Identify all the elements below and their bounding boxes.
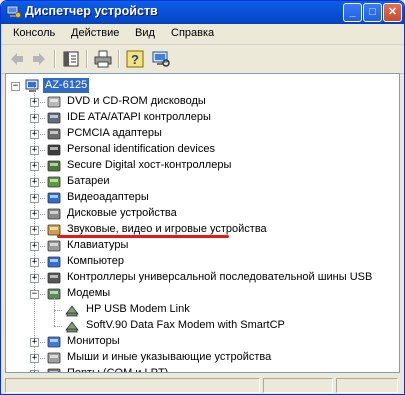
tree-category-label[interactable]: Модемы — [67, 287, 110, 299]
keyboard-icon — [47, 240, 61, 252]
properties-pane-icon[interactable] — [61, 49, 81, 69]
mouse-icon — [47, 352, 61, 364]
toolbar: ? — [1, 45, 404, 74]
tree-category-label[interactable]: Порты (COM и LPT) — [67, 367, 168, 372]
tree-category-row[interactable]: + Мыши и иные указывающие устройства — [6, 350, 396, 366]
ide-controller-icon — [47, 112, 61, 124]
device-manager-window: Диспетчер устройств _ □ ✕ Консоль Действ… — [0, 0, 405, 395]
display-adapter-icon — [47, 192, 61, 204]
expand-toggle[interactable]: + — [30, 210, 39, 219]
port-icon — [47, 368, 61, 372]
menu-view[interactable]: Вид — [135, 27, 155, 39]
expand-toggle[interactable]: + — [30, 130, 39, 139]
title-bar[interactable]: Диспетчер устройств _ □ ✕ — [1, 1, 404, 24]
tree-category-label[interactable]: Дисковые устройства — [67, 207, 177, 219]
tree-category-row[interactable]: + DVD и CD-ROM дисководы — [6, 94, 396, 110]
maximize-button[interactable]: □ — [363, 3, 382, 22]
tree-category-row[interactable]: + Контроллеры универсальной последователь… — [6, 270, 396, 286]
cdrom-icon — [47, 96, 61, 108]
tree-category-row[interactable]: + Дисковые устройства — [6, 206, 396, 222]
tree-category-label[interactable]: Мониторы — [67, 335, 120, 347]
back-icon[interactable] — [7, 49, 27, 69]
expand-toggle[interactable]: + — [30, 338, 39, 347]
computer-icon — [47, 256, 61, 268]
tree-device-label[interactable]: SoftV.90 Data Fax Modem with SmartCP — [86, 319, 285, 331]
tree-category-label[interactable]: PCMCIA адаптеры — [67, 127, 162, 139]
monitor-icon — [47, 336, 61, 348]
status-cell-3 — [336, 378, 398, 393]
expand-toggle[interactable]: + — [30, 178, 39, 187]
expand-toggle[interactable]: + — [30, 370, 39, 372]
svg-text:?: ? — [131, 52, 139, 67]
tree-category-label[interactable]: Клавиатуры — [67, 239, 128, 251]
minimize-button[interactable]: _ — [343, 3, 362, 22]
tree-category-label[interactable]: Контроллеры универсальной последовательн… — [67, 271, 372, 283]
menu-help[interactable]: Справка — [171, 27, 214, 39]
disk-drive-icon — [47, 208, 61, 220]
battery-icon — [47, 176, 61, 188]
expand-toggle[interactable]: + — [30, 258, 39, 267]
expand-toggle[interactable]: + — [30, 146, 39, 155]
device-tree[interactable]: − AZ-6125 + DVD и CD-ROM дисководы + IDE AT… — [5, 73, 400, 373]
close-button[interactable]: ✕ — [383, 3, 402, 22]
sd-controller-icon — [47, 160, 61, 172]
forward-icon[interactable] — [29, 49, 49, 69]
collapse-toggle[interactable]: − — [30, 290, 39, 299]
computer-icon — [25, 79, 39, 92]
tree-device-row[interactable]: SoftV.90 Data Fax Modem with SmartCP — [6, 318, 396, 334]
tree-category-label[interactable]: Звуковые, видео и игровые устройства — [67, 223, 267, 235]
tree-category-row[interactable]: + Клавиатуры — [6, 238, 396, 254]
tree-device-label[interactable]: HP USB Modem Link — [86, 303, 190, 315]
expand-toggle[interactable]: + — [30, 354, 39, 363]
tree-device-row[interactable]: HP USB Modem Link — [6, 302, 396, 318]
pcmcia-icon — [47, 128, 61, 140]
menu-bar: Консоль Действие Вид Справка — [1, 24, 404, 45]
status-bar — [1, 375, 404, 394]
tree-category-label[interactable]: Personal identification devices — [67, 143, 215, 155]
expand-toggle[interactable]: + — [30, 242, 39, 251]
tree-category-label[interactable]: DVD и CD-ROM дисководы — [67, 95, 206, 107]
print-icon[interactable] — [93, 49, 113, 69]
expand-toggle[interactable]: + — [30, 194, 39, 203]
menu-console[interactable]: Консоль — [13, 27, 55, 39]
tree-category-row[interactable]: + PCMCIA адаптеры — [6, 126, 396, 142]
scan-hardware-icon[interactable] — [151, 49, 171, 69]
device-manager-icon — [6, 5, 21, 18]
tree-category-row[interactable]: + Мониторы — [6, 334, 396, 350]
tree-category-label[interactable]: Компьютер — [67, 255, 124, 267]
tree-category-row[interactable]: + Personal identification devices — [6, 142, 396, 158]
modem-icon — [65, 305, 79, 317]
status-cell-2 — [263, 378, 333, 393]
modem-icon — [65, 321, 79, 333]
expand-toggle[interactable]: + — [30, 98, 39, 107]
tree-category-row[interactable]: + Батареи — [6, 174, 396, 190]
tree-category-row[interactable]: + Компьютер — [6, 254, 396, 270]
tree-category-label[interactable]: Батареи — [67, 175, 110, 187]
expand-toggle[interactable]: + — [30, 274, 39, 283]
tree-category-row[interactable]: − Модемы — [6, 286, 396, 302]
collapse-toggle[interactable]: − — [11, 82, 20, 91]
status-cell-main — [5, 378, 260, 393]
tree-category-label[interactable]: Мыши и иные указывающие устройства — [67, 351, 271, 363]
tree-category-row[interactable]: + Secure Digital хост-контроллеры — [6, 158, 396, 174]
tree-category-row[interactable]: + Видеоадаптеры — [6, 190, 396, 206]
help-icon[interactable]: ? — [125, 49, 145, 69]
expand-toggle[interactable]: + — [30, 114, 39, 123]
tree-category-label[interactable]: Secure Digital хост-контроллеры — [67, 159, 231, 171]
tree-category-row[interactable]: + IDE ATA/ATAPI контроллеры — [6, 110, 396, 126]
usb-icon — [47, 272, 61, 284]
expand-toggle[interactable]: + — [30, 162, 39, 171]
tree-category-row[interactable]: + Порты (COM и LPT) — [6, 366, 396, 372]
pid-device-icon — [47, 144, 61, 156]
expand-toggle[interactable]: + — [30, 226, 39, 235]
tree-root-label[interactable]: AZ-6125 — [43, 78, 90, 93]
window-title: Диспетчер устройств — [25, 4, 158, 18]
red-underline-annotation — [57, 235, 229, 238]
menu-action[interactable]: Действие — [71, 27, 119, 39]
tree-root-row[interactable]: − AZ-6125 — [6, 78, 396, 94]
tree-category-label[interactable]: IDE ATA/ATAPI контроллеры — [67, 111, 211, 123]
tree-category-label[interactable]: Видеоадаптеры — [67, 191, 149, 203]
